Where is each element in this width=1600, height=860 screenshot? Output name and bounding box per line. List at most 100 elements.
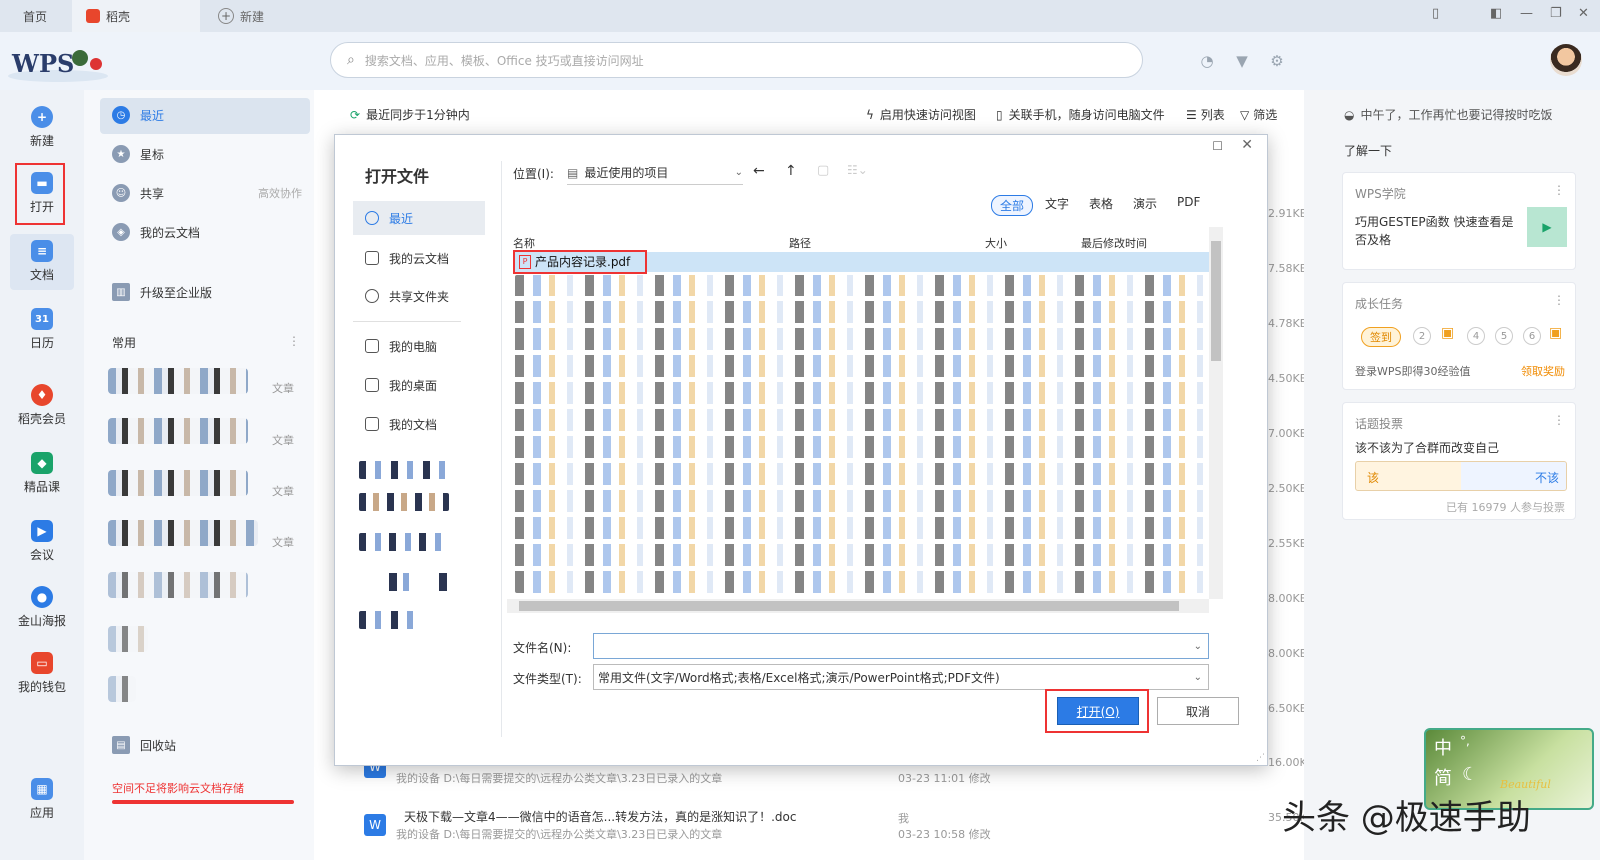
horizontal-scroll-thumb[interactable]: [519, 601, 1179, 611]
resize-grip-icon[interactable]: ⋰: [1256, 753, 1265, 763]
ime-language[interactable]: 中: [1434, 734, 1452, 760]
shirt-icon[interactable]: ▼: [1233, 52, 1251, 70]
filetype-select[interactable]: 常用文件(文字/Word格式;表格/Excel格式;演示/PowerPoint格…: [593, 664, 1209, 690]
close-icon[interactable]: ✕: [1241, 137, 1253, 153]
nav-meeting[interactable]: ▶ 会议: [10, 520, 74, 563]
dialog-nav-item[interactable]: [359, 573, 449, 591]
sidebar-item-recycle[interactable]: ▤ 回收站: [112, 736, 176, 754]
nav-poster[interactable]: ● 金山海报: [10, 586, 74, 629]
sidebar-item-star[interactable]: ★ 星标: [112, 145, 164, 163]
file-size: 2.91KB: [1268, 207, 1308, 220]
learn-more-link[interactable]: 了解一下: [1344, 142, 1392, 159]
common-item[interactable]: [108, 572, 248, 598]
filter-all[interactable]: 全部: [991, 195, 1034, 216]
link-phone-button[interactable]: ▯ 关联手机，随身访问电脑文件: [996, 106, 1165, 123]
ime-mode[interactable]: 简: [1434, 764, 1452, 790]
location-select[interactable]: ▤ 最近使用的项目 ⌄: [567, 161, 743, 185]
nav-courses[interactable]: ◆ 精品课: [10, 452, 74, 495]
common-item[interactable]: [108, 626, 148, 652]
vote-no-button[interactable]: 不该: [1535, 469, 1559, 486]
common-item[interactable]: [108, 470, 248, 496]
filter-button[interactable]: ▽ 筛选: [1240, 106, 1277, 123]
back-arrow-icon[interactable]: ←: [753, 163, 765, 179]
up-arrow-icon[interactable]: ↑: [785, 163, 797, 179]
new-folder-icon[interactable]: ▢: [817, 163, 829, 178]
sidebar-item-recent[interactable]: ◷ 最近: [112, 106, 164, 124]
more-vertical-icon[interactable]: ⋮: [288, 334, 300, 348]
minimize-icon[interactable]: —: [1520, 6, 1533, 21]
sidebar-item-shared[interactable]: ☺ 共享 高效协作: [112, 184, 302, 202]
column-name[interactable]: 名称: [513, 235, 535, 251]
nav-apps[interactable]: ▦ 应用: [10, 778, 74, 821]
dialog-nav-documents[interactable]: 我的文档: [353, 407, 485, 441]
dialog-nav-item[interactable]: [359, 611, 419, 629]
column-modified[interactable]: 最后修改时间: [1081, 235, 1147, 251]
vote-yes-button[interactable]: 该: [1367, 469, 1379, 486]
dialog-nav-item[interactable]: [359, 533, 449, 551]
checkin-button[interactable]: 签到: [1361, 327, 1401, 347]
common-item[interactable]: [108, 418, 248, 444]
poster-icon: ●: [31, 586, 53, 608]
filename-input[interactable]: ⌄: [593, 633, 1209, 659]
dialog-nav-desktop[interactable]: 我的桌面: [353, 368, 485, 402]
column-path[interactable]: 路径: [789, 235, 811, 251]
dialog-nav-cloud[interactable]: 我的云文档: [353, 241, 485, 275]
common-item[interactable]: [108, 520, 258, 546]
academy-card[interactable]: WPS学院 ⋮ 巧用GESTEP函数 快速查看是否及格 ▶: [1342, 172, 1576, 270]
filter-text[interactable]: 文字: [1045, 195, 1069, 212]
word-doc-icon: W: [364, 814, 386, 836]
nav-wallet[interactable]: ▭ 我的钱包: [10, 652, 74, 695]
nav-calendar[interactable]: 31 日历: [10, 308, 74, 351]
restore-icon[interactable]: ❐: [1550, 6, 1562, 21]
more-vertical-icon[interactable]: ⋮: [1553, 183, 1565, 197]
claim-reward-link[interactable]: 领取奖励: [1521, 363, 1565, 379]
close-icon[interactable]: ✕: [1578, 6, 1589, 21]
folder-icon: [365, 417, 379, 431]
nav-docs[interactable]: ≡ 文档: [10, 240, 74, 283]
avatar[interactable]: [1550, 44, 1582, 76]
more-vertical-icon[interactable]: ⋮: [1553, 413, 1565, 427]
search-input[interactable]: ⌕ 搜索文档、应用、模板、Office 技巧或直接访问网址: [330, 42, 1143, 78]
dialog-nav-computer[interactable]: 我的电脑: [353, 329, 485, 363]
tab-daoke[interactable]: 稻壳: [72, 0, 200, 32]
vertical-scroll-thumb[interactable]: [1211, 241, 1221, 361]
file-list-obscured[interactable]: [515, 275, 1215, 593]
dialog-nav-item[interactable]: [359, 461, 449, 479]
storage-warning[interactable]: 空间不足将影响云文档存储: [112, 780, 244, 796]
headset-icon[interactable]: ◔: [1198, 52, 1216, 70]
vote-title: 话题投票: [1355, 417, 1404, 431]
punctuation-icon[interactable]: °,: [1460, 734, 1470, 748]
table-row-title[interactable]: 天极下载—文章4——微信中的语音怎...转发方法，真的是涨知识了！.doc: [404, 808, 796, 825]
view-options-icon[interactable]: ☷⌄: [847, 163, 868, 177]
common-item-tag: 文章: [272, 434, 294, 447]
common-item[interactable]: [108, 368, 248, 394]
dialog-nav-shared[interactable]: 共享文件夹: [353, 279, 485, 313]
dialog-nav-recent[interactable]: 最近: [353, 201, 485, 235]
quick-view-button[interactable]: ϟ 启用快速访问视图: [866, 106, 976, 123]
layout-icon[interactable]: ◧: [1490, 6, 1502, 21]
more-vertical-icon[interactable]: ⋮: [1553, 293, 1565, 307]
desktop-icon: [365, 378, 379, 392]
nav-new[interactable]: + 新建: [10, 106, 74, 149]
filter-presentation[interactable]: 演示: [1133, 195, 1157, 212]
sidebar-item-cloud[interactable]: ◈ 我的云文档: [112, 223, 200, 241]
filter-sheet[interactable]: 表格: [1089, 195, 1113, 212]
moon-icon[interactable]: ☾: [1462, 764, 1478, 785]
cancel-button[interactable]: 取消: [1157, 697, 1239, 725]
document-icon[interactable]: ▯: [1432, 6, 1439, 21]
tab-new[interactable]: + 新建: [206, 0, 306, 32]
gear-icon[interactable]: ⚙: [1268, 52, 1286, 70]
maximize-icon[interactable]: ☐: [1212, 139, 1223, 153]
link-phone-label: 关联手机，随身访问电脑文件: [1008, 108, 1165, 122]
dialog-nav-documents-label: 我的文档: [389, 417, 438, 432]
filter-pdf[interactable]: PDF: [1177, 195, 1200, 209]
dialog-nav-computer-label: 我的电脑: [389, 339, 438, 354]
tab-home[interactable]: 首页: [0, 0, 70, 32]
nav-new-label: 新建: [29, 134, 54, 148]
column-size[interactable]: 大小: [985, 235, 1007, 251]
sidebar-item-enterprise[interactable]: ▥ 升级至企业版: [112, 283, 212, 301]
nav-daoke-member[interactable]: ♦ 稻壳会员: [10, 384, 74, 427]
common-item[interactable]: [108, 676, 136, 702]
list-view-button[interactable]: ☰ 列表: [1186, 106, 1225, 123]
dialog-nav-item[interactable]: [359, 493, 449, 511]
